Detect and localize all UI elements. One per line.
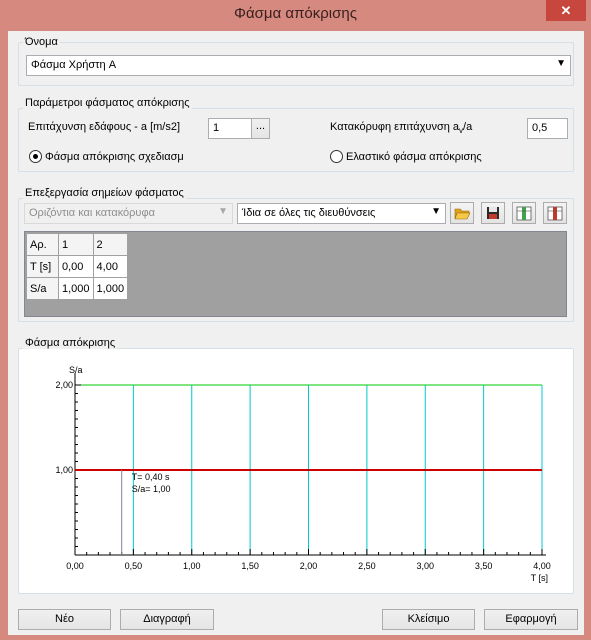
x-tick-label: 3,00 [416,561,434,571]
y-tick-label: 1,00 [55,465,73,475]
table-row-header: S/a [26,277,59,300]
save-icon [487,207,499,219]
delete-column-button[interactable] [543,202,567,224]
folder-open-icon [454,208,471,220]
cursor-sa-label: S/a= 1,00 [132,484,171,494]
table-row: Αρ. 1 2 [26,233,129,256]
ground-accel-label: Επιτάχυνση εδάφους - a [m/s2] [28,121,181,133]
close-window-button[interactable]: ✕ [546,0,586,21]
x-tick-label: 3,50 [475,561,493,571]
radio-design-spectrum[interactable] [29,150,42,163]
vertical-accel-label-suffix: /a [463,121,473,133]
x-tick-label: 0,50 [125,561,143,571]
points-table[interactable]: Αρ. 1 2 T [s] 0,00 4,00 S/a 1,000 1,000 [26,233,129,300]
table-cell[interactable]: 0,00 [58,255,94,278]
title-bar[interactable]: Φάσμα απόκρισης ✕ [0,0,591,30]
x-tick-label: 1,50 [241,561,259,571]
table-row-header: T [s] [26,255,59,278]
ground-accel-input[interactable]: 1 [208,118,252,139]
spectrum-dialog: Φάσμα απόκρισης ✕ Όνομα Φάσμα Χρήστη A ▼… [0,0,591,640]
x-tick-label: 0,00 [66,561,84,571]
spectrum-name-combo[interactable]: Φάσμα Χρήστη A ▼ [26,55,571,76]
ground-accel-browse-button[interactable]: ... [251,118,270,139]
table-header-cell: 2 [92,233,129,256]
table-header-cell: Αρ. [26,233,59,256]
table-cell[interactable]: 1,000 [92,277,129,300]
new-button[interactable]: Νέο [18,609,111,630]
close-button[interactable]: Κλείσιμο [382,609,475,630]
table-row: T [s] 0,00 4,00 [26,255,129,278]
chevron-down-icon: ▼ [431,206,441,217]
window-title: Φάσμα απόκρισης [234,5,357,22]
dialog-body: Όνομα Φάσμα Χρήστη A ▼ Παράμετροι φάσματ… [8,31,584,635]
insert-column-icon [516,206,532,221]
insert-column-button[interactable] [512,202,536,224]
table-row: S/a 1,000 1,000 [26,277,129,300]
radio-design-label: Φάσμα απόκρισης σχεδιασμ [45,151,184,163]
radio-elastic-spectrum[interactable] [330,150,343,163]
x-tick-label: 1,00 [183,561,201,571]
table-cell[interactable]: 4,00 [92,255,129,278]
x-tick-label: 2,00 [300,561,318,571]
delete-column-icon [547,206,563,221]
delete-button[interactable]: Διαγραφή [120,609,214,630]
spectrum-group-label: Φάσμα απόκρισης [23,337,118,349]
radio-elastic-label: Ελαστικό φάσμα απόκρισης [346,151,482,163]
y-axis-label: S/a [69,365,83,375]
same-directions-value: Ίδια σε όλες τις διευθύνσεις [242,207,376,219]
vertical-accel-input[interactable]: 0,5 [527,118,568,139]
chevron-down-icon: ▼ [556,58,566,69]
x-tick-label: 2,50 [358,561,376,571]
chevron-down-icon: ▼ [218,206,228,217]
points-group-label: Επεξεργασία σημείων φάσματος [23,187,186,199]
spectrum-chart[interactable]: 0,00 0,50 1,00 1,50 2,00 2,50 3,00 3,50 4,00 1,00… [19,356,573,592]
table-cell[interactable]: 1,000 [58,277,94,300]
name-group-label: Όνομα [23,36,60,48]
table-header-cell: 1 [58,233,94,256]
y-tick-label: 2,00 [55,380,73,390]
x-axis-label: T [s] [531,573,548,583]
save-button[interactable] [481,202,505,224]
params-group-label: Παράμετροι φάσματος απόκρισης [23,97,192,109]
x-tick-label: 4,00 [533,561,551,571]
spectrum-name-value: Φάσμα Χρήστη A [31,59,117,71]
direction-combo-value: Οριζόντια και κατακόρυφα [29,207,155,219]
vertical-accel-label: Κατακόρυφη επιτάχυνση av/a [330,121,472,135]
direction-combo: Οριζόντια και κατακόρυφα ▼ [24,203,233,224]
apply-button[interactable]: Εφαρμογή [484,609,578,630]
same-directions-combo[interactable]: Ίδια σε όλες τις διευθύνσεις ▼ [237,203,446,224]
open-button[interactable] [450,202,474,224]
vertical-accel-label-prefix: Κατακόρυφη επιτάχυνση a [330,121,460,133]
cursor-t-label: T= 0,40 s [132,472,170,482]
points-grid[interactable]: Αρ. 1 2 T [s] 0,00 4,00 S/a 1,000 1,000 [24,231,567,317]
